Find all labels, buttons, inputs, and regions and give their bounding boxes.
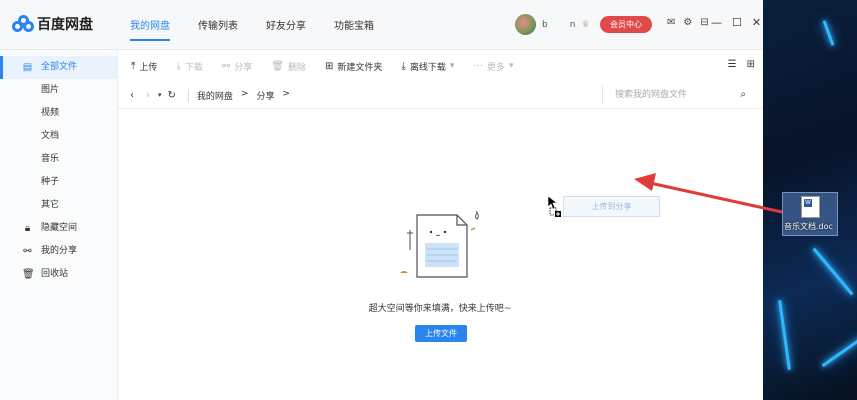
tab-my-disk[interactable]: 我的网盘: [130, 17, 170, 41]
baidu-netdisk-window: 百度网盘 我的网盘 传输列表 好友分享 功能宝箱 b n ♛ 会员中心 ✉ ⚙ …: [0, 0, 763, 400]
sidebar-item-label: 视频: [41, 108, 60, 118]
delete-label: 删除: [287, 62, 306, 73]
share-icon: ⚯: [221, 60, 231, 72]
back-icon[interactable]: ‹: [130, 90, 134, 101]
offline-download-icon: ⤓: [401, 60, 406, 72]
user-name-suffix: n: [569, 19, 576, 30]
sidebar-item-hidden-space[interactable]: 🔒︎ 隐藏空间: [0, 217, 117, 240]
view-toggles: ☰ ⊞: [728, 59, 755, 70]
upload-label: 上传: [139, 62, 158, 73]
crown-icon: ♛: [581, 19, 590, 30]
upload-file-button[interactable]: 上传文件: [415, 325, 467, 342]
more-button[interactable]: ··· 更多 ▾: [473, 60, 513, 73]
breadcrumb: 我的网盘 > 分享 >: [187, 88, 291, 102]
sidebar-item-label: 回收站: [41, 269, 69, 279]
minimize-icon[interactable]: —: [711, 16, 722, 29]
download-button[interactable]: ⤓ 下载: [176, 60, 202, 73]
drag-upload-tooltip: 上传到分享: [563, 196, 660, 217]
skin-icon[interactable]: ⊟: [700, 17, 708, 28]
trash-icon: 🗑︎: [22, 269, 35, 280]
delete-button[interactable]: 🗑︎ 删除: [271, 60, 306, 73]
desktop-file-icon[interactable]: W 音乐文档.doc: [782, 192, 838, 236]
breadcrumb-share[interactable]: 分享: [256, 89, 274, 102]
path-bar: ‹ › ▾ ↻ 我的网盘 > 分享 > 搜索我的网盘文件 ⌕: [118, 84, 763, 106]
sidebar-item-label: 图片: [41, 85, 60, 95]
breadcrumb-separator: >: [240, 88, 249, 99]
new-folder-button[interactable]: ⊞ 新建文件夹: [325, 60, 382, 73]
tab-transfer-list[interactable]: 传输列表: [198, 17, 238, 32]
desktop-file-name: 音乐文档.doc: [784, 222, 833, 231]
share-button[interactable]: ⚯ 分享: [222, 60, 252, 73]
main-nav: 我的网盘 传输列表 好友分享 功能宝箱: [130, 17, 374, 41]
sidebar-item-label: 文档: [41, 131, 60, 141]
top-icons: ✉ ⚙ ⊟: [667, 17, 709, 28]
sidebar-item-label: 音乐: [41, 154, 60, 164]
sidebar-item-videos[interactable]: 视频: [0, 102, 117, 125]
maximize-icon[interactable]: ☐: [732, 16, 742, 29]
settings-icon[interactable]: ⚙: [683, 17, 692, 28]
avatar[interactable]: [515, 14, 536, 35]
share-icon: ⚯: [23, 246, 32, 257]
sidebar: ▤ 全部文件 图片 视频 文档 音乐 种子 其它 🔒︎ 隐藏空间 ⚯ 我的分享 …: [0, 50, 118, 400]
offline-download-button[interactable]: ⤓ 离线下载 ▾: [401, 60, 454, 73]
lock-icon: 🔒︎: [24, 223, 31, 234]
sidebar-item-all-files[interactable]: ▤ 全部文件: [0, 56, 117, 79]
word-doc-icon: W: [801, 196, 820, 218]
vip-center-button[interactable]: 会员中心: [600, 16, 652, 33]
sidebar-item-label: 我的分享: [41, 246, 78, 256]
offline-download-label: 离线下载: [409, 62, 446, 73]
download-label: 下载: [184, 62, 203, 73]
user-name: b: [542, 19, 548, 30]
tab-toolbox[interactable]: 功能宝箱: [334, 17, 374, 32]
file-icon: ▤: [22, 62, 33, 73]
tab-friend-share[interactable]: 好友分享: [266, 17, 306, 32]
trash-icon: 🗑︎: [271, 60, 284, 72]
logo-text: 百度网盘: [37, 17, 93, 33]
sidebar-item-others[interactable]: 其它: [0, 194, 117, 217]
breadcrumb-my-disk[interactable]: 我的网盘: [197, 89, 233, 102]
sidebar-item-label: 种子: [41, 177, 60, 187]
more-icon: ···: [473, 60, 483, 72]
sort-icon[interactable]: ☰: [728, 59, 737, 70]
chevron-down-icon: ▾: [508, 61, 514, 71]
sidebar-item-my-shares[interactable]: ⚯ 我的分享: [0, 240, 117, 263]
user-area[interactable]: b n ♛: [515, 14, 590, 35]
download-icon: ⤓: [176, 60, 181, 72]
sidebar-item-torrents[interactable]: 种子: [0, 171, 117, 194]
sidebar-item-label: 其它: [41, 200, 60, 210]
forward-icon[interactable]: ›: [146, 90, 150, 101]
sidebar-item-documents[interactable]: 文档: [0, 125, 117, 148]
toolbar: ⤒ 上传 ⤓ 下载 ⚯ 分享 🗑︎ 删除 ⊞ 新建文件夹 ⤓ 离线下载 ▾ ··· 更多 ▾ ☰ …: [118, 54, 763, 78]
share-label: 分享: [234, 62, 253, 73]
logo: 百度网盘: [12, 14, 93, 34]
upload-icon: ⤒: [131, 60, 136, 72]
history-dropdown-icon[interactable]: ▾: [158, 91, 162, 99]
search-placeholder: 搜索我的网盘文件: [615, 90, 688, 100]
window-controls: — ☐ ✕: [711, 16, 761, 29]
close-icon[interactable]: ✕: [752, 16, 761, 29]
sidebar-item-music[interactable]: 音乐: [0, 148, 117, 171]
folder-plus-icon: ⊞: [325, 60, 334, 72]
chevron-down-icon: ▾: [449, 61, 455, 71]
breadcrumb-separator: >: [282, 88, 291, 99]
sidebar-item-recycle-bin[interactable]: 🗑︎ 回收站: [0, 263, 117, 286]
cloud-logo-icon: [12, 15, 34, 33]
search-input[interactable]: 搜索我的网盘文件 ⌕: [602, 86, 752, 104]
search-icon[interactable]: ⌕: [740, 86, 746, 104]
new-folder-label: 新建文件夹: [337, 62, 383, 73]
upload-button[interactable]: ⤒ 上传: [131, 60, 157, 73]
more-label: 更多: [486, 62, 505, 73]
empty-folder-illustration: [400, 210, 479, 278]
divider: [118, 108, 763, 109]
sidebar-item-label: 隐藏空间: [41, 223, 78, 233]
grid-view-icon[interactable]: ⊞: [747, 59, 755, 70]
empty-message: 超大空间等你来填满，快来上传吧~: [368, 304, 512, 314]
top-bar: 百度网盘 我的网盘 传输列表 好友分享 功能宝箱 b n ♛ 会员中心 ✉ ⚙ …: [0, 0, 763, 50]
sidebar-item-label: 全部文件: [41, 62, 78, 72]
mail-icon[interactable]: ✉: [667, 17, 675, 28]
drag-cursor-icon: [547, 195, 561, 217]
sidebar-item-images[interactable]: 图片: [0, 79, 117, 102]
refresh-icon[interactable]: ↻: [168, 90, 176, 101]
